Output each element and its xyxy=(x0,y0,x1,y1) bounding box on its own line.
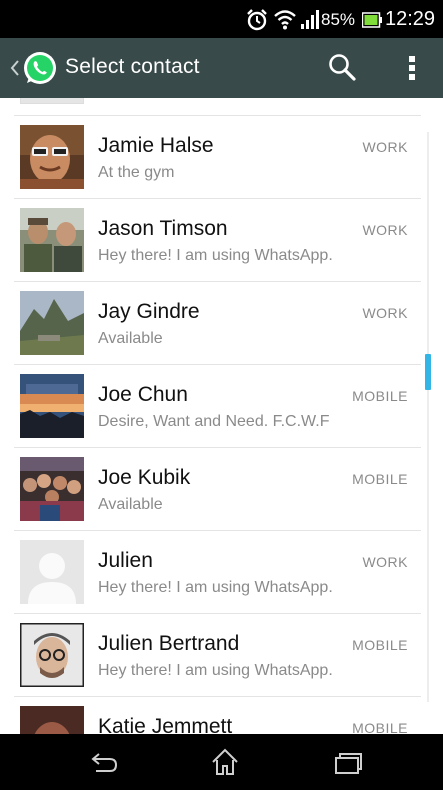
contact-avatar xyxy=(20,374,84,438)
contact-type-label: WORK xyxy=(362,305,408,321)
contact-type-label: MOBILE xyxy=(352,637,408,653)
contact-status: Available xyxy=(98,330,163,347)
default-avatar-icon xyxy=(20,540,84,604)
contact-name: Joe Kubik xyxy=(98,466,191,489)
contact-name: Jason Timson xyxy=(98,217,228,240)
contact-name: Julien Bertrand xyxy=(98,632,240,655)
contact-row-katie-jemmett[interactable]: Katie Jemmett MOBILE xyxy=(0,697,443,734)
contact-status: Hey there! I am using WhatsApp. xyxy=(98,579,333,596)
contact-status: At the gym xyxy=(98,164,175,181)
contact-type-label: MOBILE xyxy=(352,720,408,734)
wifi-icon xyxy=(274,10,296,30)
contact-type-label: MOBILE xyxy=(352,388,408,404)
contact-row-jamie-halse[interactable]: Jamie Halse At the gym WORK xyxy=(0,116,443,199)
contact-status: Hey there! I am using WhatsApp. xyxy=(98,662,333,679)
contact-row-joe-kubik[interactable]: Joe Kubik Available MOBILE xyxy=(0,448,443,531)
contact-status: Hey there! I am using WhatsApp. xyxy=(98,247,333,264)
search-icon[interactable] xyxy=(324,50,362,86)
contact-avatar xyxy=(20,98,84,104)
battery-percent: 85% xyxy=(321,10,356,29)
status-bar: 85% 12:29 xyxy=(0,0,443,38)
action-bar: Select contact xyxy=(0,38,443,98)
contact-name: Jay Gindre xyxy=(98,300,200,323)
contact-avatar xyxy=(20,208,84,272)
contact-name: Julien xyxy=(98,549,153,572)
contact-row-julien-bertrand[interactable]: Julien Bertrand Hey there! I am using Wh… xyxy=(0,614,443,697)
back-icon[interactable] xyxy=(88,751,120,775)
overflow-menu-icon[interactable] xyxy=(402,50,422,86)
contact-row-joe-chun[interactable]: Joe Chun Desire, Want and Need. F.C.W.F … xyxy=(0,365,443,448)
home-icon[interactable] xyxy=(210,747,240,777)
contact-name: Joe Chun xyxy=(98,383,188,406)
contact-avatar xyxy=(20,706,84,734)
contact-avatar xyxy=(20,291,84,355)
whatsapp-logo[interactable] xyxy=(22,50,58,86)
contact-row-jason-timson[interactable]: Jason Timson Hey there! I am using Whats… xyxy=(0,199,443,282)
contact-type-label: MOBILE xyxy=(352,471,408,487)
scrollbar-track[interactable] xyxy=(427,132,429,702)
contact-avatar xyxy=(20,125,84,189)
contact-name: Katie Jemmett xyxy=(98,715,233,734)
navigation-bar xyxy=(0,734,443,790)
contact-status: Available xyxy=(98,496,163,513)
contact-type-label: WORK xyxy=(362,222,408,238)
contact-type-label: WORK xyxy=(362,139,408,155)
up-caret-icon[interactable] xyxy=(10,58,20,78)
contact-name: Jamie Halse xyxy=(98,134,214,157)
contact-list[interactable]: Jamie Halse At the gym WORK Jason Timson… xyxy=(0,98,443,734)
battery-icon xyxy=(362,12,382,28)
contact-status: Desire, Want and Need. F.C.W.F xyxy=(98,413,330,430)
contact-row-jay-gindre[interactable]: Jay Gindre Available WORK xyxy=(0,282,443,365)
recent-apps-icon[interactable] xyxy=(333,752,363,776)
contact-avatar xyxy=(20,623,84,687)
alarm-icon xyxy=(247,9,267,31)
contact-row-julien[interactable]: Julien Hey there! I am using WhatsApp. W… xyxy=(0,531,443,614)
page-title: Select contact xyxy=(65,55,200,78)
contact-type-label: WORK xyxy=(362,554,408,570)
contact-avatar xyxy=(20,457,84,521)
scrollbar-thumb[interactable] xyxy=(425,354,431,390)
clock: 12:29 xyxy=(385,8,436,30)
signal-icon xyxy=(301,10,319,29)
list-item-partial[interactable] xyxy=(0,98,443,116)
